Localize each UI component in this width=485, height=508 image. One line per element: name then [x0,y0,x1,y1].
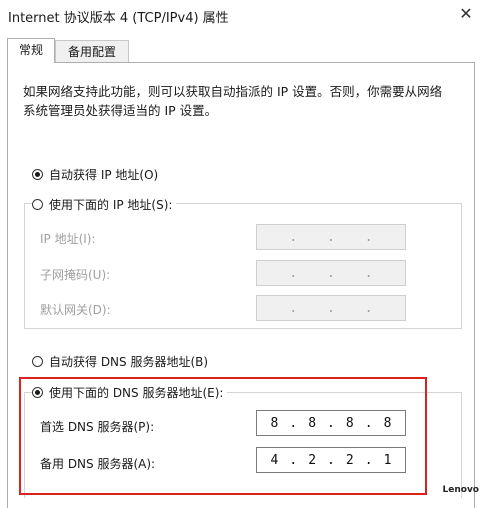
dns-auto-radio[interactable] [32,355,43,367]
default-gateway-label: 默认网关(D): [40,303,111,317]
title-bar: Internet 协议版本 4 (TCP/IPv4) 属性 ✕ [0,0,485,30]
dns-auto-option[interactable]: 自动获得 DNS 服务器地址(B) [32,352,208,370]
ip-manual-option[interactable]: 使用下面的 IP 地址(S): [32,195,177,213]
window-title: Internet 协议版本 4 (TCP/IPv4) 属性 [8,11,229,26]
subnet-mask-input[interactable]: ... [256,260,406,286]
subnet-mask-label: 子网掩码(U): [40,268,111,282]
ip-manual-radio[interactable] [32,198,43,210]
tab-general[interactable]: 常规 [7,38,55,63]
watermark: Lenovo [442,485,479,495]
ip-auto-label: 自动获得 IP 地址(O) [49,167,159,182]
preferred-dns-label: 首选 DNS 服务器(P): [40,420,155,434]
ip-manual-label: 使用下面的 IP 地址(S): [49,197,173,212]
ip-address-input[interactable]: ... [256,224,406,250]
preferred-dns-input[interactable]: 8.8.8.8 [256,410,406,436]
ip-address-label: IP 地址(I): [40,232,96,246]
description-text: 如果网络支持此功能，则可以获取自动指派的 IP 设置。否则，你需要从网络系统管理… [23,84,443,118]
dns-manual-label: 使用下面的 DNS 服务器地址(E): [49,385,224,400]
alternate-dns-label: 备用 DNS 服务器(A): [40,457,156,471]
alternate-dns-input[interactable]: 4.2.2.1 [256,447,406,473]
ip-auto-option[interactable]: 自动获得 IP 地址(O) [32,165,158,183]
default-gateway-input[interactable]: ... [256,295,406,321]
dns-auto-label: 自动获得 DNS 服务器地址(B) [49,354,209,369]
tab-alternate-config[interactable]: 备用配置 [55,40,129,62]
dns-manual-radio[interactable] [32,386,43,398]
dns-manual-option[interactable]: 使用下面的 DNS 服务器地址(E): [32,383,228,401]
close-icon[interactable]: ✕ [453,2,479,26]
ip-auto-radio[interactable] [32,168,43,180]
dns-manual-group [24,392,462,498]
